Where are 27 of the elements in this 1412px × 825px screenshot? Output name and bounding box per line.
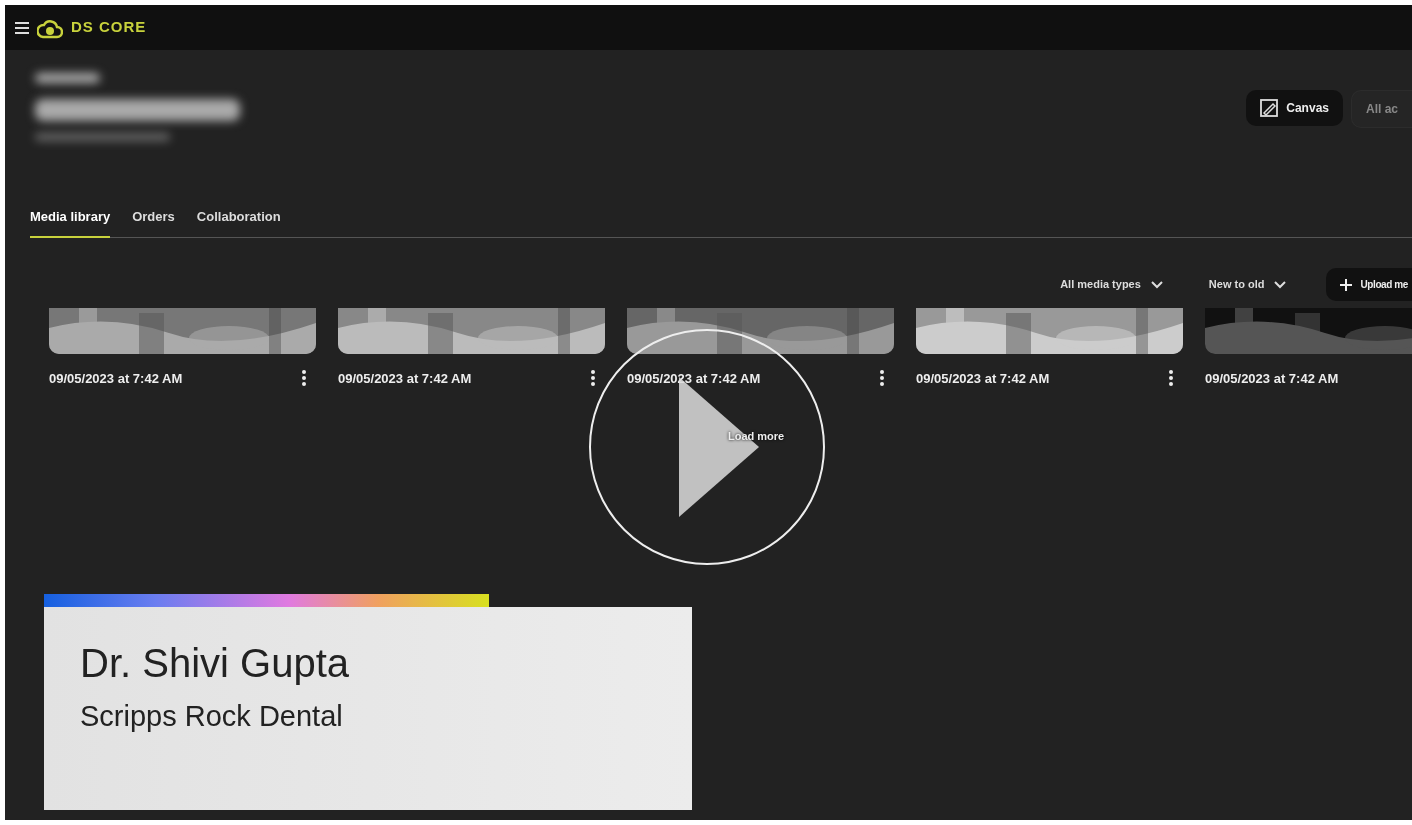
tab[interactable]: Media library <box>30 205 111 238</box>
more-options-icon[interactable] <box>880 370 884 387</box>
practice-name: Scripps Rock Dental <box>80 699 344 734</box>
dropdown-button[interactable]: All media types <box>1054 275 1169 294</box>
filter-button[interactable]: All ac <box>1351 90 1412 128</box>
blurred-text <box>35 73 100 83</box>
play-icon[interactable] <box>587 327 827 567</box>
image-edit-icon <box>1260 99 1279 117</box>
canvas-button[interactable]: Canvas <box>1246 90 1343 126</box>
media-date: 09/05/2023 at 7:42 AM <box>1205 369 1339 388</box>
dropdown-button[interactable]: New to old <box>1202 275 1293 294</box>
chevron-down-icon <box>1274 280 1287 289</box>
brand-name: DS CORE <box>71 17 147 38</box>
menu-icon[interactable] <box>15 21 29 34</box>
more-options-icon[interactable] <box>591 370 595 387</box>
upload-button[interactable]: Upload me <box>1326 268 1412 301</box>
media-date: 09/05/2023 at 7:42 AM <box>627 369 761 388</box>
tab[interactable]: Collaboration <box>196 205 281 238</box>
plus-icon <box>1340 278 1353 291</box>
chevron-down-icon <box>1150 280 1163 289</box>
more-options-icon[interactable] <box>302 370 306 387</box>
media-date: 09/05/2023 at 7:42 AM <box>916 369 1050 388</box>
media-date: 09/05/2023 at 7:42 AM <box>338 369 472 388</box>
more-options-icon[interactable] <box>1169 370 1173 387</box>
media-date: 09/05/2023 at 7:42 AM <box>49 369 183 388</box>
presenter-name: Dr. Shivi Gupta <box>80 640 350 687</box>
tab[interactable]: Orders <box>132 205 175 238</box>
